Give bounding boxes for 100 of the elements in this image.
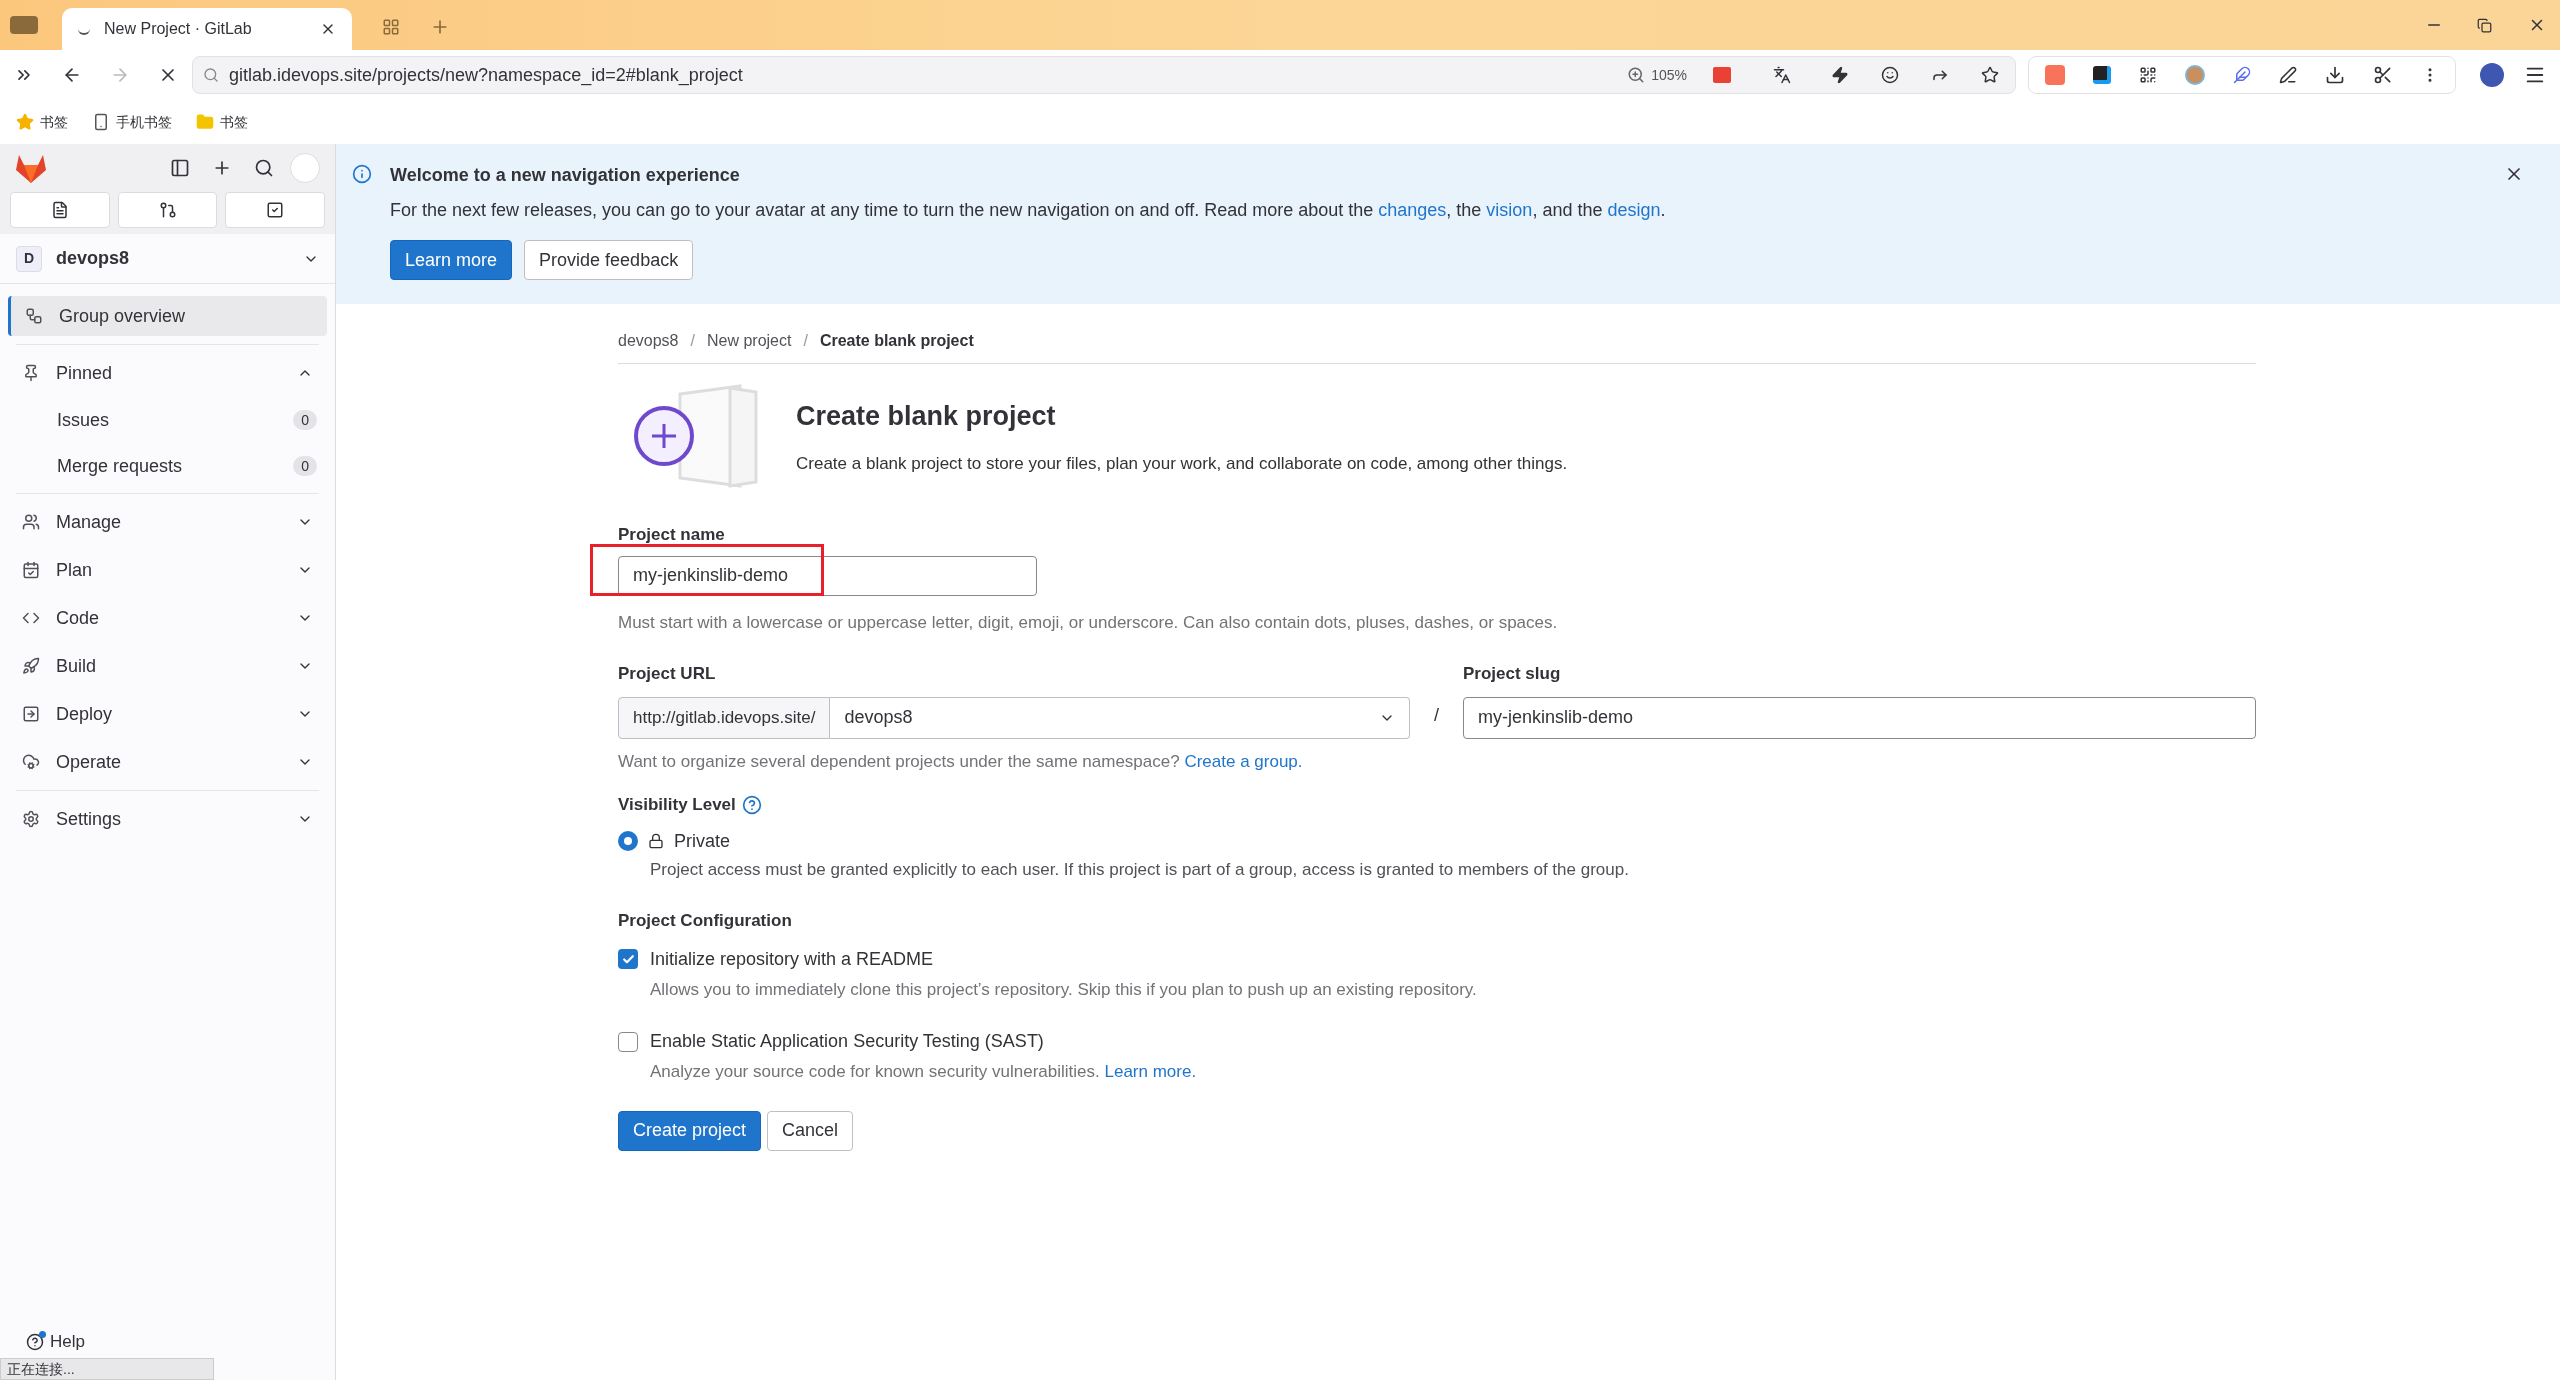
bird-icon[interactable] (2233, 66, 2251, 84)
nav-item[interactable]: Deploy (8, 694, 327, 734)
namespace-select[interactable]: devops8 (830, 696, 1410, 739)
scissors-icon[interactable] (2373, 65, 2393, 85)
nav-item[interactable]: Operate (8, 742, 327, 782)
document-icon (50, 201, 69, 219)
page-description: Create a blank project to store your files, plan your work, and collaborate on code, among other things. (796, 452, 1568, 475)
count-badge: 0 (293, 456, 317, 476)
feedback-button[interactable]: Provide feedback (524, 240, 694, 280)
breadcrumb[interactable]: devops8 (618, 328, 679, 353)
breadcrumb-separator: / (803, 330, 808, 351)
bolt-icon[interactable] (1831, 66, 1849, 84)
lock-icon (648, 833, 664, 849)
banner-text: For the next few releases, you can go to your avatar at any time to turn the new navigation on and off. Read more about the changes, the vision, and the design. (390, 199, 1666, 222)
banner-title: Welcome to a new navigation experience (390, 164, 741, 187)
radio-label: Private (674, 829, 731, 853)
bookmark[interactable]: 书签 (196, 111, 248, 133)
nav-subitem[interactable]: Merge requests 0 (8, 447, 327, 485)
tab-title: New Project · GitLab (104, 19, 253, 39)
breadcrumb[interactable]: New project (706, 328, 792, 353)
project-name-field[interactable]: my-jenkinslib-demo (618, 555, 1037, 596)
checkbox-icon (266, 201, 285, 219)
radio-button[interactable] (618, 831, 638, 851)
browser-tab[interactable]: New Project · GitLab (62, 8, 352, 50)
info-icon (352, 164, 372, 184)
users-icon (22, 513, 40, 531)
learn-more-link[interactable]: Learn more. (1104, 1062, 1197, 1081)
nav-item[interactable]: Code (8, 598, 327, 638)
cloud-icon (22, 753, 40, 771)
qr-icon[interactable] (2139, 66, 2157, 84)
deploy-icon (22, 705, 40, 723)
url-separator: / (1434, 703, 1439, 727)
field-label: Project Configuration (618, 910, 793, 932)
create-project-button[interactable]: Create project (618, 1110, 762, 1151)
status-bar: 正在连接... (0, 1358, 214, 1380)
translate-icon[interactable] (1773, 66, 1791, 84)
count-badge: 0 (293, 410, 317, 430)
smile-icon[interactable] (1881, 66, 1899, 84)
banner-link[interactable]: changes (1378, 200, 1447, 220)
pin-icon (22, 364, 40, 382)
help-text: Must start with a lowercase or uppercase letter, digit, emoji, or underscore. Can also contain dots, pluses, dashes, or spaces. (618, 611, 1559, 634)
banner-link[interactable]: design (1607, 200, 1661, 220)
checkbox-label: Initialize repository with a README (650, 947, 934, 971)
calendar-icon (22, 561, 40, 579)
field-label: Project URL (618, 663, 717, 685)
todos-tab[interactable] (225, 192, 325, 228)
restore-icon[interactable] (2477, 18, 2492, 33)
panel-icon[interactable] (170, 158, 190, 178)
option-description: Analyze your source code for known security vulnerabilities. Learn more. (650, 1061, 1198, 1083)
nav-item[interactable]: Settings (8, 799, 327, 839)
nav-item[interactable]: Group overview (8, 296, 327, 336)
extension-icon[interactable] (2093, 66, 2111, 84)
bookmark[interactable]: 手机书签 (92, 111, 172, 133)
download-icon[interactable] (2325, 65, 2345, 85)
help-text: Want to organize several dependent projects under the same namespace? Create a group. (618, 750, 1304, 773)
field-label: Project name (618, 524, 726, 546)
option-description: Allows you to immediately clone this project’s repository. Skip this if you plan to push up an existing repository. (650, 978, 1478, 1001)
nav-subitem[interactable]: Issues 0 (8, 401, 327, 439)
check-icon (621, 952, 635, 966)
nav-item[interactable]: Plan (8, 550, 327, 590)
zoom-level: 105% (1651, 65, 1687, 85)
phone-icon (92, 113, 110, 131)
star-icon (16, 113, 34, 131)
zoom-icon[interactable] (1627, 66, 1646, 84)
settings-icon (22, 810, 40, 828)
search-icon (202, 67, 219, 83)
url-text: gitlab.idevops.site/projects/new?namespace_id=2#blank_project (228, 63, 744, 88)
help-icon (26, 1333, 44, 1351)
group-name: devops8 (56, 247, 131, 270)
group-avatar: D (16, 245, 42, 272)
breadcrumb-separator: / (690, 330, 695, 351)
breadcrumb[interactable]: Create blank project (819, 328, 974, 353)
folder-icon (196, 113, 214, 131)
learn-more-button[interactable]: Learn more (390, 240, 513, 280)
help-icon[interactable] (741, 794, 762, 815)
nav-item[interactable]: Pinned (8, 353, 327, 393)
checkbox[interactable] (618, 1031, 638, 1052)
search-icon[interactable] (254, 158, 274, 178)
star-icon[interactable] (1981, 66, 1999, 84)
bookmark[interactable]: 书签 (16, 111, 68, 133)
cancel-button[interactable]: Cancel (767, 1110, 854, 1151)
merge-icon (158, 201, 177, 219)
help-button[interactable]: Help (26, 1330, 309, 1354)
project-slug-field[interactable]: my-jenkinslib-demo (1463, 696, 2256, 739)
field-label: Project slug (1463, 663, 1562, 685)
address-bar[interactable]: gitlab.idevops.site/projects/new?namespace_id=2#blank_project 105% (191, 56, 2016, 94)
avatar[interactable] (2480, 63, 2504, 87)
pen-icon[interactable] (2279, 66, 2297, 84)
rocket-icon (22, 657, 40, 675)
field-label: Visibility Level (618, 794, 736, 816)
grid-icon[interactable] (382, 18, 400, 36)
group-switcher[interactable]: D devops8 (0, 234, 335, 284)
page-heading: Create blank project (796, 400, 1057, 433)
checkbox-label: Enable Static Application Security Testing (SAST) (650, 1030, 1044, 1053)
issues-tab[interactable] (10, 192, 110, 228)
checkbox[interactable] (618, 949, 638, 969)
nav-item[interactable]: Build (8, 646, 327, 686)
create-group-link[interactable]: Create a group. (1184, 751, 1303, 771)
nav-item[interactable]: Manage (8, 502, 327, 542)
banner-link[interactable]: vision (1486, 200, 1533, 220)
